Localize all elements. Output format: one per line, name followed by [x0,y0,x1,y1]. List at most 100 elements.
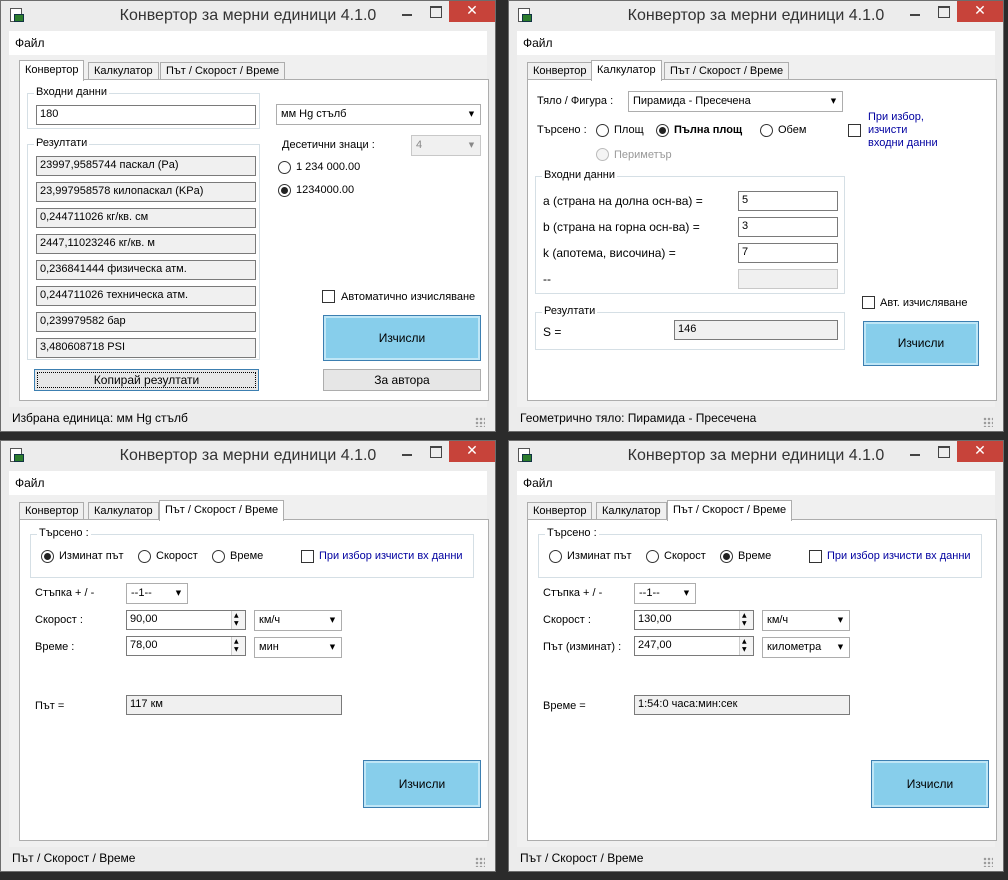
spin-buttons[interactable]: ▲ ▼ [231,611,245,629]
input-value-field[interactable]: 180 [36,105,256,125]
distance-input[interactable]: 247,00 ▲ ▼ [634,636,754,656]
tab-converter[interactable]: Конвертор [527,62,593,80]
step-select[interactable]: --1-- ▼ [634,583,696,604]
tab-travel[interactable]: Път / Скорост / Време [664,62,790,80]
clear-inputs-checkbox[interactable] [848,124,861,137]
result-field: 2447,11023246 кг/кв. м [36,234,256,254]
spin-up-icon[interactable]: ▲ [742,612,747,619]
tab-calculator[interactable]: Калкулатор [596,502,667,520]
radio-speed[interactable] [646,550,659,563]
radio-area[interactable] [596,124,609,137]
radio-distance[interactable] [41,550,54,563]
format-radio-spaced[interactable] [278,161,291,174]
maximize-button[interactable] [421,1,449,22]
menu-file[interactable]: Файл [15,36,45,50]
k-label: k (апотема, височина) = [543,246,676,260]
format-radio-plain[interactable] [278,184,291,197]
k-input[interactable]: 7 [738,243,838,263]
calculate-button[interactable]: Изчисли [363,760,481,808]
spin-up-icon[interactable]: ▲ [234,612,239,619]
travel-tab-page: Търсено : Изминат път Скорост Време При … [19,519,489,841]
spin-buttons[interactable]: ▲ ▼ [231,637,245,655]
radio-volume[interactable] [760,124,773,137]
calculate-button[interactable]: Изчисли [871,760,989,808]
radio-distance[interactable] [549,550,562,563]
tab-calculator[interactable]: Калкулатор [88,502,159,520]
spin-down-icon[interactable]: ▼ [234,646,239,653]
about-button[interactable]: За автора [323,369,481,391]
spin-up-icon[interactable]: ▲ [234,638,239,645]
spin-down-icon[interactable]: ▼ [234,620,239,627]
close-button[interactable]: ✕ [449,1,495,22]
minimize-button[interactable] [901,441,929,462]
result-field: 23,997958578 килопаскал (KPa) [36,182,256,202]
tab-converter[interactable]: Конвертор [19,502,85,520]
clear-inputs-checkbox[interactable] [809,550,822,563]
minimize-button[interactable] [901,1,929,22]
time-input[interactable]: 78,00 ▲ ▼ [126,636,246,656]
close-button[interactable]: ✕ [957,441,1003,462]
resize-grip-icon[interactable] [983,857,993,867]
speed-input[interactable]: 90,00 ▲ ▼ [126,610,246,630]
auto-calc-checkbox[interactable] [322,290,335,303]
calc-results-group-label: Резултати [542,305,598,317]
step-select[interactable]: --1-- ▼ [126,583,188,604]
result-field: 23997,9585744 паскал (Pa) [36,156,256,176]
close-button[interactable]: ✕ [449,441,495,462]
figure-select[interactable]: Пирамида - Пресечена ▼ [628,91,843,112]
speed-unit-select[interactable]: км/ч ▼ [254,610,342,631]
radio-speed[interactable] [138,550,151,563]
maximize-button[interactable] [929,1,957,22]
resize-grip-icon[interactable] [475,417,485,427]
result-field: 117 км [126,695,342,715]
spin-buttons[interactable]: ▲ ▼ [739,637,753,655]
b-input[interactable]: 3 [738,217,838,237]
radio-perimeter[interactable] [596,148,609,161]
resize-grip-icon[interactable] [983,417,993,427]
resize-grip-icon[interactable] [475,857,485,867]
calculate-button[interactable]: Изчисли [323,315,481,361]
clear-inputs-checkbox[interactable] [301,550,314,563]
speed-input[interactable]: 130,00 ▲ ▼ [634,610,754,630]
menu-file[interactable]: Файл [15,476,45,490]
a-input[interactable]: 5 [738,191,838,211]
time-unit-select[interactable]: мин ▼ [254,637,342,658]
s-label: S = [543,325,562,339]
tab-calculator[interactable]: Калкулатор [88,62,159,80]
b-label: b (страна на горна осн-ва) = [543,220,700,234]
auto-calc-checkbox[interactable] [862,296,875,309]
minimize-button[interactable] [393,1,421,22]
calculate-button[interactable]: Изчисли [863,321,979,366]
tab-travel[interactable]: Път / Скорост / Време [159,500,285,521]
maximize-button[interactable] [929,441,957,462]
format-option-spaced-label: 1 234 000.00 [296,161,361,173]
radio-time[interactable] [212,550,225,563]
radio-time[interactable] [720,550,733,563]
tab-converter[interactable]: Конвертор [19,60,85,81]
speed-input-value: 90,00 [130,613,158,625]
copy-results-button[interactable]: Копирай резултати [34,369,259,391]
spin-down-icon[interactable]: ▼ [742,620,747,627]
close-button[interactable]: ✕ [957,1,1003,22]
unit-select[interactable]: мм Hg стълб ▼ [276,104,481,125]
extra-input[interactable] [738,269,838,289]
status-text: Път / Скорост / Време [12,851,136,865]
menu-file[interactable]: Файл [523,36,553,50]
distance-unit-select[interactable]: километра ▼ [762,637,850,658]
radio-full-area[interactable] [656,124,669,137]
chevron-down-icon: ▼ [830,97,837,105]
decimals-select[interactable]: 4 ▼ [411,135,481,156]
maximize-button[interactable] [421,441,449,462]
spin-down-icon[interactable]: ▼ [742,646,747,653]
tab-travel[interactable]: Път / Скорост / Време [667,500,793,521]
menu-bar: Файл [517,31,995,55]
speed-unit-select[interactable]: км/ч ▼ [762,610,850,631]
spin-buttons[interactable]: ▲ ▼ [739,611,753,629]
minimize-button[interactable] [393,441,421,462]
menu-file[interactable]: Файл [523,476,553,490]
distance-input-value: 247,00 [638,639,672,651]
tab-travel[interactable]: Път / Скорост / Време [160,62,286,80]
spin-up-icon[interactable]: ▲ [742,638,747,645]
tab-converter[interactable]: Конвертор [527,502,593,520]
tab-calculator[interactable]: Калкулатор [591,60,662,81]
